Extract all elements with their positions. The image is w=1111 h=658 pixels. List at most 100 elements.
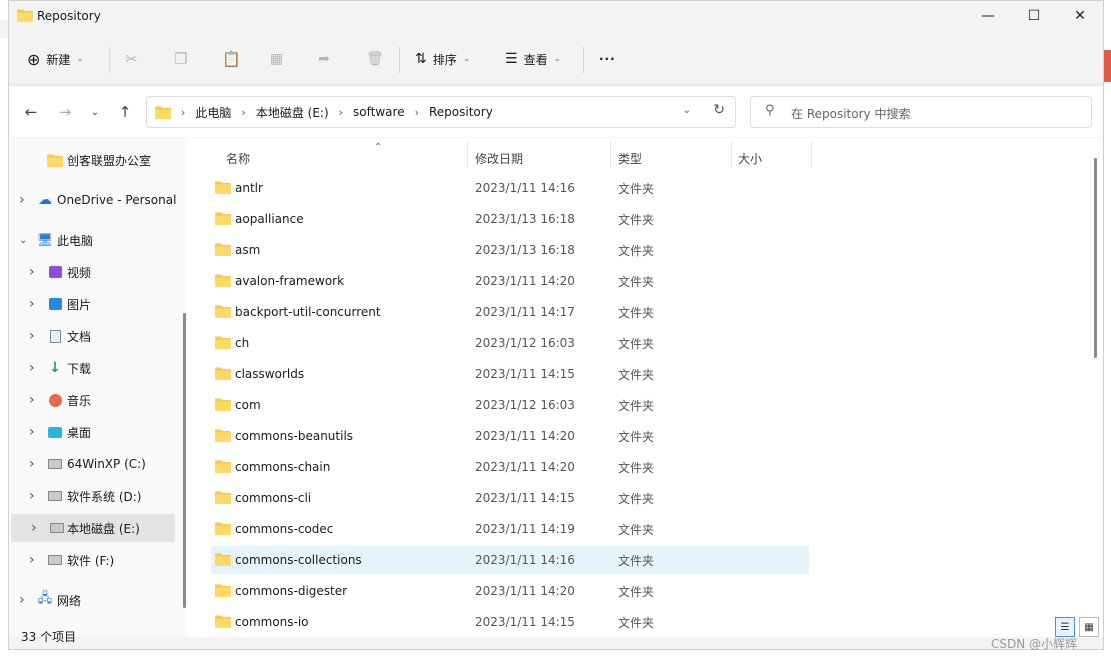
address-history-dropdown-icon[interactable]: ⌄ xyxy=(683,105,691,116)
file-row[interactable]: commons-digester 2023/1/11 14:20 文件夹 xyxy=(211,577,809,605)
view-button[interactable]: ☰ 查看 ⌄ xyxy=(505,46,561,72)
sidebar-item[interactable]: › 视频 xyxy=(9,258,187,286)
sidebar-item[interactable]: › 软件系统 (D:) xyxy=(9,482,187,510)
chevron-right-icon[interactable]: › xyxy=(29,264,35,280)
download-icon: ↓ xyxy=(49,360,61,376)
file-date: 2023/1/12 16:03 xyxy=(475,336,575,350)
breadcrumb-item[interactable]: software xyxy=(353,105,405,119)
chevron-right-icon[interactable]: › xyxy=(29,552,35,568)
tiles-view-button[interactable]: ▦ xyxy=(1079,617,1099,637)
sidebar-item-label: 图片 xyxy=(67,297,92,312)
file-row[interactable]: backport-util-concurrent 2023/1/11 14:17 文… xyxy=(211,298,809,326)
sidebar-item[interactable]: › 64WinXP (C:) xyxy=(9,450,187,478)
file-list-scrollbar[interactable] xyxy=(1094,158,1097,358)
copy-button[interactable]: ❐ xyxy=(174,46,187,72)
column-divider[interactable] xyxy=(811,142,812,168)
share-button[interactable]: ➦ xyxy=(318,46,330,72)
chevron-right-icon[interactable]: › xyxy=(241,106,245,119)
file-row[interactable]: avalon-framework 2023/1/11 14:20 文件夹 xyxy=(211,267,809,295)
cut-button[interactable]: ✂ xyxy=(125,46,138,72)
chevron-right-icon[interactable]: › xyxy=(415,106,419,119)
file-row[interactable]: commons-beanutils 2023/1/11 14:20 文件夹 xyxy=(211,422,809,450)
file-row[interactable]: commons-io 2023/1/11 14:15 文件夹 xyxy=(211,608,809,636)
close-button[interactable]: ✕ xyxy=(1057,1,1103,31)
maximize-button[interactable]: ☐ xyxy=(1011,1,1057,31)
chevron-right-icon[interactable]: › xyxy=(29,328,35,344)
sidebar-item[interactable]: › 图片 xyxy=(9,290,187,318)
chevron-right-icon[interactable]: › xyxy=(19,592,25,608)
column-divider[interactable] xyxy=(731,142,732,168)
document-icon xyxy=(47,329,63,343)
window-title: Repository xyxy=(37,9,101,23)
forward-button[interactable]: → xyxy=(53,101,77,123)
file-row[interactable]: commons-codec 2023/1/11 14:19 文件夹 xyxy=(211,515,809,543)
folder-icon xyxy=(215,398,231,411)
address-bar[interactable]: › 此电脑 › 本地磁盘 (E:) › software › Repositor… xyxy=(146,96,736,128)
file-type: 文件夹 xyxy=(618,212,655,227)
file-date: 2023/1/12 16:03 xyxy=(475,398,575,412)
file-type: 文件夹 xyxy=(618,367,655,382)
chevron-right-icon[interactable]: › xyxy=(29,488,35,504)
sidebar-item[interactable]: › 软件 (F:) xyxy=(9,546,187,574)
column-divider[interactable] xyxy=(610,142,611,168)
sidebar-item[interactable]: › 文档 xyxy=(9,322,187,350)
column-header-date[interactable]: 修改日期 xyxy=(475,144,610,172)
sort-button[interactable]: ⇅ 排序 ⌄ xyxy=(415,46,470,72)
new-button[interactable]: ⊕ 新建 ⌄ xyxy=(27,46,84,72)
file-row[interactable]: com 2023/1/12 16:03 文件夹 xyxy=(211,391,809,419)
file-name: commons-codec xyxy=(235,522,334,536)
file-row[interactable]: commons-cli 2023/1/11 14:15 文件夹 xyxy=(211,484,809,512)
file-row[interactable]: asm 2023/1/13 16:18 文件夹 xyxy=(211,236,809,264)
folder-icon xyxy=(215,367,231,380)
column-name-label: 名称 xyxy=(226,151,251,166)
column-header-name[interactable]: 名称 ⌃ xyxy=(226,142,466,172)
delete-button[interactable]: 🗑 xyxy=(366,46,384,72)
sidebar-item[interactable]: ⌄ 🖥 此电脑 xyxy=(9,226,187,254)
sidebar-item[interactable]: › 本地磁盘 (E:) xyxy=(11,514,175,542)
sidebar-item[interactable]: 创客联盟办公室 xyxy=(9,146,187,174)
sidebar-item[interactable]: › 🖧 网络 xyxy=(9,586,187,614)
sidebar-item[interactable]: › 桌面 xyxy=(9,418,187,446)
file-row[interactable]: antlr 2023/1/11 14:16 文件夹 xyxy=(211,174,809,202)
breadcrumb-item[interactable]: 此电脑 xyxy=(195,104,231,121)
folder-icon xyxy=(215,460,231,473)
chevron-right-icon[interactable]: › xyxy=(29,296,35,312)
back-button[interactable]: ← xyxy=(19,101,43,123)
breadcrumb-item[interactable]: Repository xyxy=(429,105,493,119)
refresh-icon[interactable]: ↻ xyxy=(713,102,725,118)
up-button[interactable]: ↑ xyxy=(113,101,137,123)
file-row[interactable]: commons-chain 2023/1/11 14:20 文件夹 xyxy=(211,453,809,481)
paste-button[interactable]: 📋 xyxy=(222,46,241,72)
file-date: 2023/1/11 14:17 xyxy=(475,305,575,319)
chevron-down-icon[interactable]: ⌄ xyxy=(19,235,27,246)
search-box[interactable]: ⚲ 在 Repository 中搜索 xyxy=(750,96,1092,128)
file-row[interactable]: aopalliance 2023/1/13 16:18 文件夹 xyxy=(211,205,809,233)
chevron-right-icon[interactable]: › xyxy=(339,106,343,119)
chevron-right-icon[interactable]: › xyxy=(29,424,35,440)
rename-button[interactable]: ▦ xyxy=(270,46,283,72)
file-row[interactable]: ch 2023/1/12 16:03 文件夹 xyxy=(211,329,809,357)
details-view-button[interactable]: ☰ xyxy=(1055,617,1075,637)
network-icon: 🖧 xyxy=(37,591,53,606)
breadcrumb-item[interactable]: 本地磁盘 (E:) xyxy=(256,104,329,121)
sidebar-item-label: 桌面 xyxy=(67,425,92,440)
sidebar-scrollbar[interactable] xyxy=(183,313,186,608)
sidebar-item[interactable]: › 音乐 xyxy=(9,386,187,414)
sidebar-item[interactable]: › ☁ OneDrive - Personal xyxy=(9,186,187,214)
recent-locations-button[interactable]: ⌄ xyxy=(83,101,107,123)
sidebar-item-label: 64WinXP (C:) xyxy=(67,457,146,471)
more-options-button[interactable]: ··· xyxy=(599,46,616,72)
chevron-right-icon[interactable]: › xyxy=(29,456,35,472)
column-header-size[interactable]: 大小 xyxy=(738,144,810,172)
chevron-right-icon[interactable]: › xyxy=(29,360,35,376)
chevron-right-icon[interactable]: › xyxy=(29,392,35,408)
column-header-type[interactable]: 类型 xyxy=(618,144,730,172)
minimize-button[interactable]: — xyxy=(965,1,1011,31)
toolbar-divider xyxy=(399,47,400,73)
file-row[interactable]: commons-collections 2023/1/11 14:16 文件夹 xyxy=(211,546,809,574)
chevron-right-icon[interactable]: › xyxy=(19,192,25,208)
column-divider[interactable] xyxy=(467,142,468,168)
chevron-right-icon[interactable]: › xyxy=(31,520,37,536)
sidebar-item[interactable]: › ↓ 下载 xyxy=(9,354,187,382)
file-row[interactable]: classworlds 2023/1/11 14:15 文件夹 xyxy=(211,360,809,388)
